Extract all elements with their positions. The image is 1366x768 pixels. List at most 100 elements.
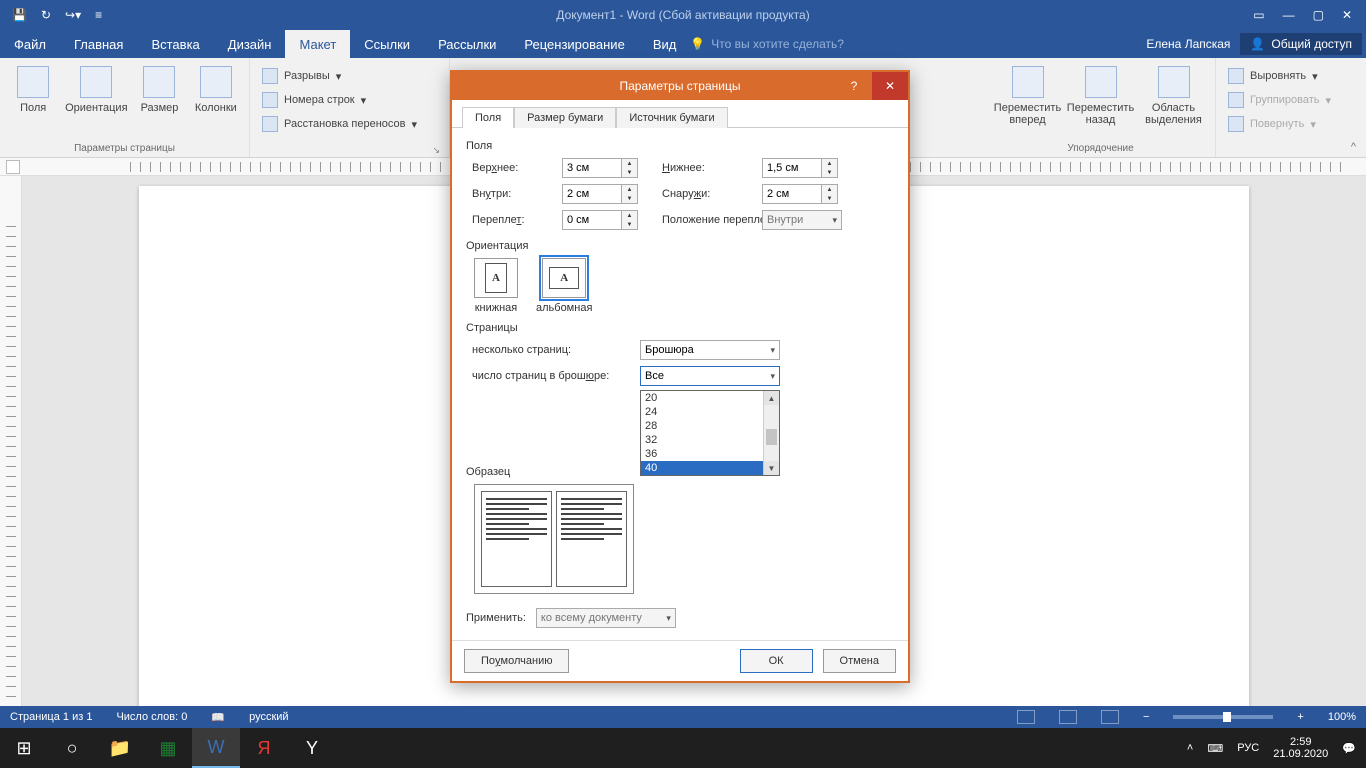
section-orientation-label: Ориентация — [466, 240, 894, 252]
view-web-icon[interactable] — [1101, 710, 1119, 724]
status-page[interactable]: Страница 1 из 1 — [10, 711, 92, 723]
rotate-button[interactable]: Повернуть ▾ — [1224, 114, 1358, 134]
sheets-option[interactable]: 24 — [641, 405, 779, 419]
dialog-close-icon[interactable]: ✕ — [872, 72, 908, 100]
input-gutter[interactable]: ▲▼ — [562, 210, 652, 230]
zoom-value[interactable]: 100% — [1328, 711, 1356, 723]
ruler-vertical[interactable] — [0, 176, 22, 728]
maximize-icon[interactable]: ▢ — [1313, 8, 1324, 22]
task-yandex-circle[interactable]: ○ — [48, 728, 96, 768]
combo-multipages[interactable]: Брошюра — [640, 340, 780, 360]
section-fields-label: Поля — [466, 140, 894, 152]
ruler-corner[interactable] — [6, 160, 20, 174]
input-top[interactable]: ▲▼ — [562, 158, 652, 178]
label-multipages: несколько страниц: — [472, 344, 632, 356]
label-top: Верхнее: — [472, 162, 552, 174]
label-inside: Внутри: — [472, 188, 552, 200]
default-button[interactable]: По умолчанию — [464, 649, 569, 673]
view-read-icon[interactable] — [1017, 710, 1035, 724]
taskbar: ⊞ ○ 📁 ▦ W Я Y ˄ ⌨ РУС 2:59 21.09.2020 💬 — [0, 728, 1366, 768]
sheets-option[interactable]: 28 — [641, 419, 779, 433]
task-excel[interactable]: ▦ — [144, 728, 192, 768]
tab-mailings[interactable]: Рассылки — [424, 30, 510, 58]
combo-sheets[interactable]: Все — [640, 366, 780, 386]
page-setup-launcher-icon[interactable]: ↘ — [432, 145, 443, 156]
dialog-tab-paper[interactable]: Размер бумаги — [514, 107, 616, 128]
send-backward-button[interactable]: Переместить назад — [1065, 62, 1136, 126]
group-objects-button[interactable]: Группировать ▾ — [1224, 90, 1358, 110]
dialog-tab-source[interactable]: Источник бумаги — [616, 107, 727, 128]
input-outside[interactable]: ▲▼ — [762, 184, 852, 204]
sheets-option[interactable]: 36 — [641, 447, 779, 461]
ribbon-tabs: Файл Главная Вставка Дизайн Макет Ссылки… — [0, 30, 1366, 58]
dropdown-scrollbar[interactable]: ▲▼ — [763, 391, 779, 475]
undo-icon[interactable]: ↻ — [41, 8, 51, 22]
zoom-slider[interactable] — [1173, 715, 1273, 719]
share-button[interactable]: 👤Общий доступ — [1240, 33, 1362, 55]
collapse-ribbon-icon[interactable]: ^ — [1351, 141, 1356, 153]
sheets-option[interactable]: 40 — [641, 461, 779, 475]
tray-chevron-icon[interactable]: ˄ — [1187, 742, 1193, 754]
selection-pane-button[interactable]: Область выделения — [1138, 62, 1209, 126]
bring-forward-button[interactable]: Переместить вперед — [992, 62, 1063, 126]
dialog-help-icon[interactable]: ? — [836, 72, 872, 100]
status-language[interactable]: русский — [249, 711, 288, 723]
zoom-out-icon[interactable]: − — [1143, 711, 1149, 723]
size-button[interactable]: Размер — [132, 62, 186, 114]
status-words[interactable]: Число слов: 0 — [116, 711, 187, 723]
label-gutter: Переплет: — [472, 214, 552, 226]
close-icon[interactable]: ✕ — [1342, 8, 1352, 22]
qat-customize-icon[interactable]: ≡ — [95, 8, 102, 22]
input-inside[interactable]: ▲▼ — [562, 184, 652, 204]
ribbon-options-icon[interactable]: ▭ — [1253, 8, 1264, 22]
sheets-option[interactable]: 20 — [641, 391, 779, 405]
task-explorer[interactable]: 📁 — [96, 728, 144, 768]
group-page-setup-label: Параметры страницы — [6, 143, 243, 156]
hyphenation-button[interactable]: Расстановка переносов ▾ — [258, 114, 441, 134]
task-word[interactable]: W — [192, 728, 240, 768]
margins-button[interactable]: Поля — [6, 62, 60, 114]
tray-notifications-icon[interactable]: 💬 — [1342, 742, 1356, 755]
input-bottom[interactable]: ▲▼ — [762, 158, 852, 178]
cancel-button[interactable]: Отмена — [823, 649, 896, 673]
orientation-portrait[interactable]: A книжная — [474, 258, 518, 314]
align-button[interactable]: Выровнять ▾ — [1224, 66, 1358, 86]
tray-language[interactable]: РУС — [1237, 742, 1259, 754]
label-outside: Снаружи: — [662, 188, 752, 200]
orientation-landscape[interactable]: A альбомная — [536, 258, 592, 314]
tab-layout[interactable]: Макет — [285, 30, 350, 58]
breaks-button[interactable]: Разрывы ▾ — [258, 66, 441, 86]
tab-file[interactable]: Файл — [0, 30, 60, 58]
group-arrange-label: Упорядочение — [992, 143, 1209, 156]
dialog-tab-fields[interactable]: Поля — [462, 107, 514, 128]
tab-view[interactable]: Вид — [639, 30, 691, 58]
view-print-icon[interactable] — [1059, 710, 1077, 724]
sheets-option[interactable]: 32 — [641, 433, 779, 447]
redo-icon[interactable]: ↪▾ — [65, 8, 81, 22]
tray-keyboard-icon[interactable]: ⌨ — [1207, 742, 1223, 755]
sample-preview — [474, 484, 634, 594]
tell-me-search[interactable]: 💡Что вы хотите сделать? — [690, 30, 844, 58]
label-bottom: Нижнее: — [662, 162, 752, 174]
columns-button[interactable]: Колонки — [189, 62, 243, 114]
tray-clock[interactable]: 2:59 21.09.2020 — [1273, 736, 1328, 760]
task-yandex[interactable]: Я — [240, 728, 288, 768]
combo-apply[interactable]: ко всему документу — [536, 608, 676, 628]
start-button[interactable]: ⊞ — [0, 728, 48, 768]
user-name[interactable]: Елена Лапская — [1146, 37, 1230, 51]
tab-home[interactable]: Главная — [60, 30, 137, 58]
section-pages-label: Страницы — [466, 322, 894, 334]
minimize-icon[interactable]: ― — [1283, 8, 1295, 22]
orientation-button[interactable]: Ориентация — [62, 62, 130, 114]
zoom-in-icon[interactable]: + — [1297, 711, 1303, 723]
task-browser[interactable]: Y — [288, 728, 336, 768]
tab-design[interactable]: Дизайн — [214, 30, 286, 58]
status-proofing-icon[interactable]: 📖 — [211, 711, 225, 724]
save-icon[interactable]: 💾 — [12, 8, 27, 22]
titlebar: 💾 ↻ ↪▾ ≡ Документ1 - Word (Сбой активаци… — [0, 0, 1366, 30]
tab-references[interactable]: Ссылки — [350, 30, 424, 58]
tab-insert[interactable]: Вставка — [137, 30, 213, 58]
ok-button[interactable]: ОК — [740, 649, 813, 673]
line-numbers-button[interactable]: Номера строк ▾ — [258, 90, 441, 110]
tab-review[interactable]: Рецензирование — [510, 30, 638, 58]
